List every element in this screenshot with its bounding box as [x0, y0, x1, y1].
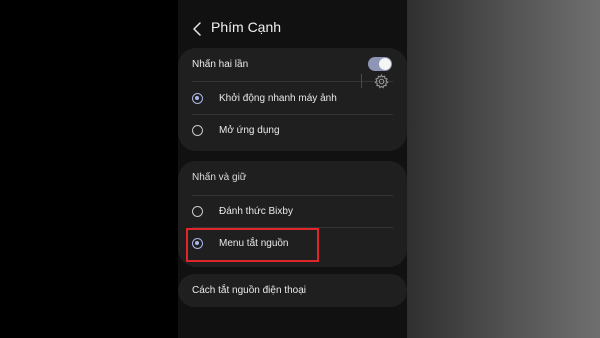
radio-selected-icon[interactable] [192, 93, 203, 104]
option-label: Đánh thức Bixby [219, 206, 293, 217]
option-label: Mở ứng dụng [219, 125, 280, 136]
header: Phím Cạnh [178, 14, 407, 44]
double-press-card: Nhấn hai lần Khởi động nhanh máy ảnh Mở … [178, 48, 407, 151]
power-off-link-card[interactable]: Cách tắt nguồn điện thoại [178, 274, 407, 307]
double-press-label: Nhấn hai lần [192, 59, 249, 70]
option-quick-launch-camera[interactable]: Khởi động nhanh máy ảnh [178, 84, 407, 114]
page-title: Phím Cạnh [211, 19, 282, 35]
divider [192, 81, 393, 82]
gear-icon[interactable] [374, 74, 389, 89]
right-background [407, 0, 600, 338]
highlight-box [186, 228, 319, 262]
press-and-hold-label: Nhấn và giữ [192, 172, 247, 183]
option-open-app[interactable]: Mở ứng dụng [178, 116, 358, 146]
power-off-link-label: Cách tắt nguồn điện thoại [192, 285, 306, 296]
option-wake-bixby[interactable]: Đánh thức Bixby [178, 197, 407, 227]
double-press-toggle[interactable] [368, 57, 392, 71]
divider [192, 195, 393, 196]
left-background [0, 0, 178, 338]
back-arrow-icon[interactable] [192, 22, 204, 36]
radio-unselected-icon[interactable] [192, 125, 203, 136]
option-label: Khởi động nhanh máy ảnh [219, 93, 337, 104]
vertical-separator [361, 74, 362, 88]
phone-screen: Phím Cạnh Nhấn hai lần Khởi động nhanh m… [178, 0, 407, 338]
divider [192, 114, 393, 115]
toggle-knob [379, 58, 391, 70]
radio-unselected-icon[interactable] [192, 206, 203, 217]
